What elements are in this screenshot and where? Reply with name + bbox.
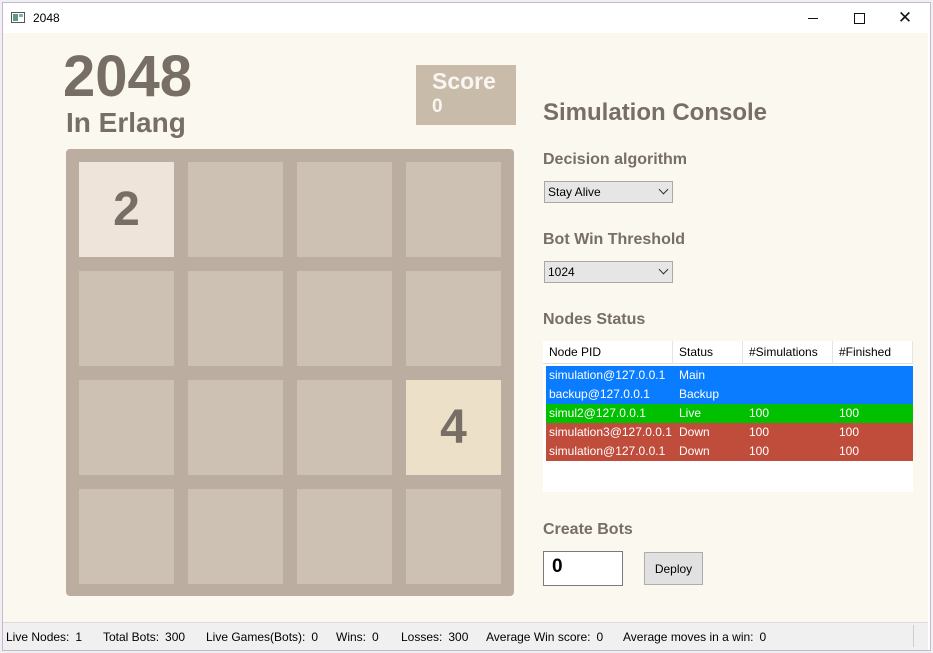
- bot-win-threshold-value: 1024: [548, 265, 575, 279]
- title-bar[interactable]: 2048 ✕: [3, 3, 930, 33]
- node-status-cell: Down: [679, 425, 710, 439]
- empty-cell: [406, 489, 501, 584]
- node-simulations-cell: [746, 385, 836, 404]
- decision-algorithm-label: Decision algorithm: [543, 151, 688, 168]
- node-finished-cell: [836, 385, 913, 404]
- node-finished-cell: 100: [839, 425, 860, 439]
- chevron-down-icon: [658, 184, 669, 195]
- column-header-node-pid[interactable]: Node PID: [543, 341, 673, 364]
- node-simulations-cell: 100: [749, 444, 770, 458]
- resize-grip[interactable]: [913, 625, 928, 647]
- console-title: Simulation Console: [543, 99, 768, 126]
- node-pid-cell: simulation3@127.0.0.1: [549, 425, 672, 439]
- status-average-moves: Average moves in a win: 0: [623, 630, 767, 644]
- node-pid-cell: simulation@127.0.0.1: [549, 444, 666, 458]
- empty-cell: [297, 489, 392, 584]
- empty-cell: [79, 271, 174, 366]
- status-live-nodes: Live Nodes: 1: [6, 630, 83, 644]
- close-button[interactable]: ✕: [882, 3, 928, 33]
- node-status-cell: Down: [679, 444, 710, 458]
- node-finished-cell: [836, 366, 913, 385]
- empty-cell: [79, 380, 174, 475]
- table-row[interactable]: simulation@127.0.0.1 Down 100 100: [546, 442, 913, 461]
- maximize-button[interactable]: [836, 3, 882, 33]
- column-header-status[interactable]: Status: [673, 341, 743, 364]
- empty-cell: [297, 271, 392, 366]
- bot-win-threshold-label: Bot Win Threshold: [543, 231, 686, 248]
- status-bar: Live Nodes: 1 Total Bots: 300 Live Games(B…: [3, 622, 928, 650]
- minimize-icon: [808, 17, 818, 19]
- maximize-icon: [853, 12, 865, 24]
- node-finished-cell: 100: [839, 406, 860, 420]
- node-pid-cell: backup@127.0.0.1: [549, 387, 650, 401]
- column-header-finished[interactable]: #Finished: [833, 341, 913, 364]
- table-row[interactable]: simulation@127.0.0.1 Main: [546, 366, 913, 385]
- window-title: 2048: [33, 11, 60, 25]
- tile-4: 4: [406, 380, 501, 475]
- status-total-bots: Total Bots: 300: [103, 630, 186, 644]
- close-icon: ✕: [897, 8, 913, 27]
- bots-count-input[interactable]: 0: [543, 551, 623, 586]
- window-edge: [928, 33, 930, 622]
- node-status-cell: Backup: [679, 387, 720, 401]
- status-live-games: Live Games(Bots): 0: [206, 630, 319, 644]
- column-header-simulations[interactable]: #Simulations: [743, 341, 833, 364]
- empty-cell: [406, 271, 501, 366]
- empty-cell: [188, 162, 283, 257]
- node-status-cell: Main: [679, 368, 706, 382]
- game-board[interactable]: 24: [66, 149, 514, 596]
- table-row[interactable]: simul2@127.0.0.1 Live 100 100: [546, 404, 913, 423]
- create-bots-label: Create Bots: [543, 521, 633, 538]
- nodes-table-header: Node PID Status #Simulations #Finished: [543, 341, 913, 364]
- score-box: Score 0: [416, 65, 516, 125]
- score-label: Score: [432, 68, 496, 94]
- game-title: 2048: [63, 44, 193, 109]
- app-icon: [11, 12, 25, 23]
- status-wins: Wins: 0: [336, 630, 379, 644]
- status-losses: Losses: 300: [401, 630, 469, 644]
- node-finished-cell: 100: [839, 444, 860, 458]
- node-simulations-cell: [746, 366, 836, 385]
- chevron-down-icon: [658, 264, 669, 275]
- empty-cell: [79, 489, 174, 584]
- decision-algorithm-select[interactable]: Stay Alive: [544, 181, 673, 203]
- decision-algorithm-value: Stay Alive: [548, 185, 601, 199]
- empty-cell: [406, 162, 501, 257]
- node-simulations-cell: 100: [749, 406, 770, 420]
- table-row[interactable]: backup@127.0.0.1 Backup: [546, 385, 913, 404]
- node-pid-cell: simulation@127.0.0.1: [549, 368, 666, 382]
- empty-cell: [297, 162, 392, 257]
- node-pid-cell: simul2@127.0.0.1: [549, 406, 646, 420]
- main-content: 2048 In Erlang Score 0 24 Simulation Con…: [3, 33, 928, 622]
- score-value: 0: [432, 96, 443, 117]
- status-average-win-score: Average Win score: 0: [486, 630, 604, 644]
- bot-win-threshold-select[interactable]: 1024: [544, 261, 673, 283]
- deploy-button[interactable]: Deploy: [644, 552, 703, 585]
- nodes-table[interactable]: Node PID Status #Simulations #Finished s…: [543, 341, 913, 492]
- minimize-button[interactable]: [790, 3, 836, 33]
- empty-cell: [188, 380, 283, 475]
- tile-2: 2: [79, 162, 174, 257]
- game-subtitle: In Erlang: [66, 107, 186, 138]
- nodes-status-label: Nodes Status: [543, 311, 646, 328]
- node-simulations-cell: 100: [749, 425, 770, 439]
- node-status-cell: Live: [679, 406, 702, 420]
- table-row[interactable]: simulation3@127.0.0.1 Down 100 100: [546, 423, 913, 442]
- app-window: 2048 ✕ 2048 In Erlang Score 0 24 Simulat…: [2, 2, 931, 651]
- empty-cell: [188, 271, 283, 366]
- empty-cell: [297, 380, 392, 475]
- empty-cell: [188, 489, 283, 584]
